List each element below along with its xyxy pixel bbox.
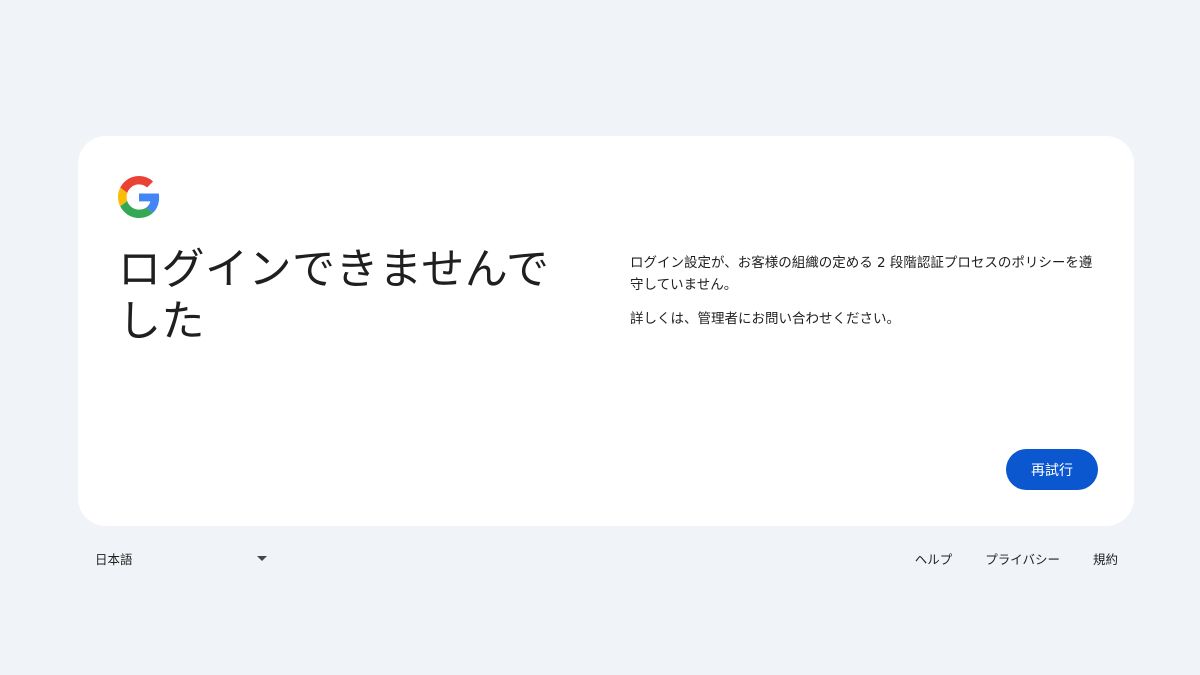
terms-link[interactable]: 規約 xyxy=(1093,549,1118,568)
page-title: ログインできませんでした xyxy=(118,245,550,347)
error-message-contact-admin: 詳しくは、管理者にお問い合わせください。 xyxy=(630,311,900,327)
footer: 日本語 ヘルプ プライバシー 規約 xyxy=(78,546,1134,570)
privacy-link[interactable]: プライバシー xyxy=(985,549,1060,568)
caret-down-icon xyxy=(257,555,267,561)
language-selector[interactable]: 日本語 xyxy=(95,546,267,570)
retry-button[interactable]: 再試行 xyxy=(1006,449,1098,490)
language-selector-value: 日本語 xyxy=(95,551,133,567)
footer-links: ヘルプ プライバシー 規約 xyxy=(882,546,1118,570)
help-link[interactable]: ヘルプ xyxy=(915,549,953,568)
error-message: ログイン設定が、お客様の組織の定める 2 段階認証プロセスのポリシーを遵守してい… xyxy=(630,252,1100,342)
sign-in-error-card: ログインできませんでした ログイン設定が、お客様の組織の定める 2 段階認証プロ… xyxy=(78,136,1134,526)
error-message-detail: ログイン設定が、お客様の組織の定める 2 段階認証プロセスのポリシーを遵守してい… xyxy=(630,255,1093,293)
google-logo-icon xyxy=(118,176,160,218)
